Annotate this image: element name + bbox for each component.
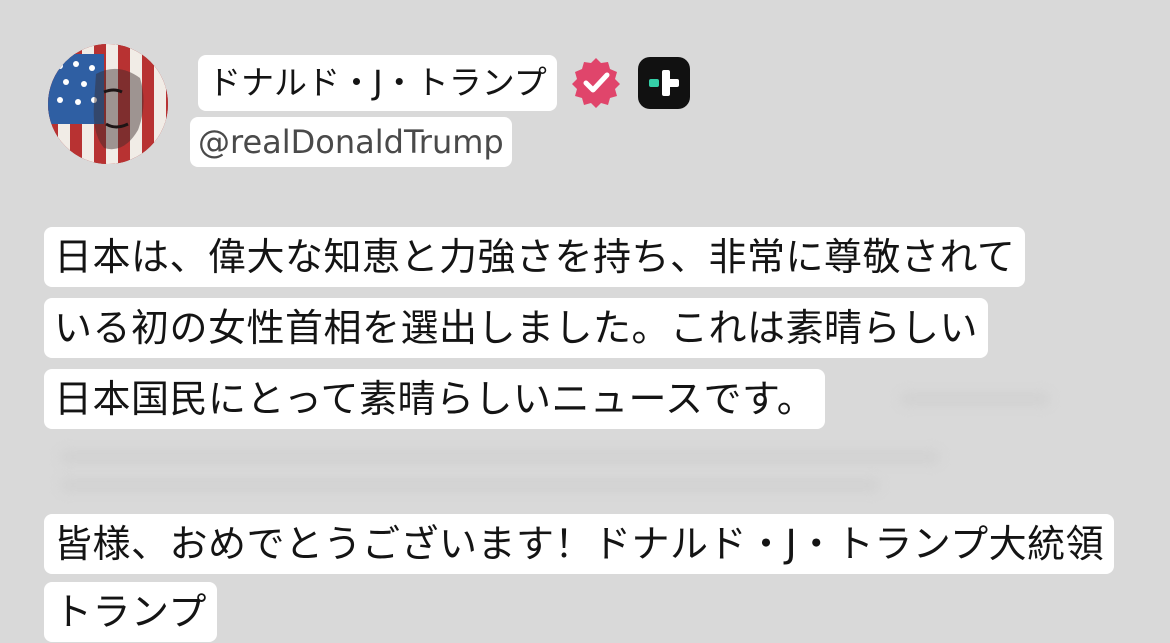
post-card: ドナルド・J・トランプ @realDonaldTrump 日本は、偉大な知恵と力… (0, 0, 1170, 643)
display-name[interactable]: ドナルド・J・トランプ (198, 55, 557, 111)
blurred-text-line (900, 392, 1050, 406)
truth-social-icon[interactable] (638, 57, 690, 109)
post-body-line: いる初の女性首相を選出しました。これは素晴らしい (44, 298, 989, 358)
verified-badge-icon (570, 56, 622, 108)
avatar[interactable] (48, 44, 168, 164)
post-body-line: 日本国民にとって素晴らしいニュースです。 (44, 369, 826, 429)
avatar-image (48, 44, 168, 164)
blurred-text-line (60, 450, 940, 464)
post-body-line: 日本は、偉大な知恵と力強さを持ち、非常に尊敬されて (44, 227, 1026, 287)
post-signoff-line: 皆様、おめでとうございます！ドナルド・J・トランプ大統領 (44, 514, 1115, 574)
blurred-text-line (60, 478, 880, 492)
post-signoff-line: トランプ (44, 582, 217, 642)
user-handle[interactable]: @realDonaldTrump (190, 117, 512, 167)
